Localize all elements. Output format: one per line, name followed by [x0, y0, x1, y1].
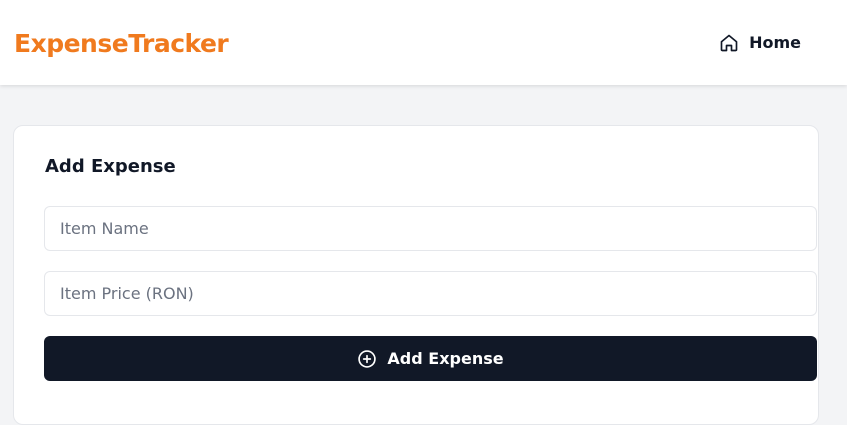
navbar: ExpenseTracker Home: [0, 0, 847, 85]
add-expense-button-label: Add Expense: [387, 349, 504, 368]
plus-circle-icon: [357, 349, 377, 369]
item-price-input[interactable]: [44, 271, 817, 316]
add-expense-card: Add Expense Add Expense: [13, 125, 819, 425]
brand-logo[interactable]: ExpenseTracker: [14, 29, 229, 58]
add-expense-button[interactable]: Add Expense: [44, 336, 817, 381]
item-name-input[interactable]: [44, 206, 817, 251]
nav-home-link[interactable]: Home: [719, 33, 801, 53]
home-icon: [719, 33, 739, 53]
nav-home-label: Home: [749, 33, 801, 52]
card-title: Add Expense: [45, 156, 176, 177]
